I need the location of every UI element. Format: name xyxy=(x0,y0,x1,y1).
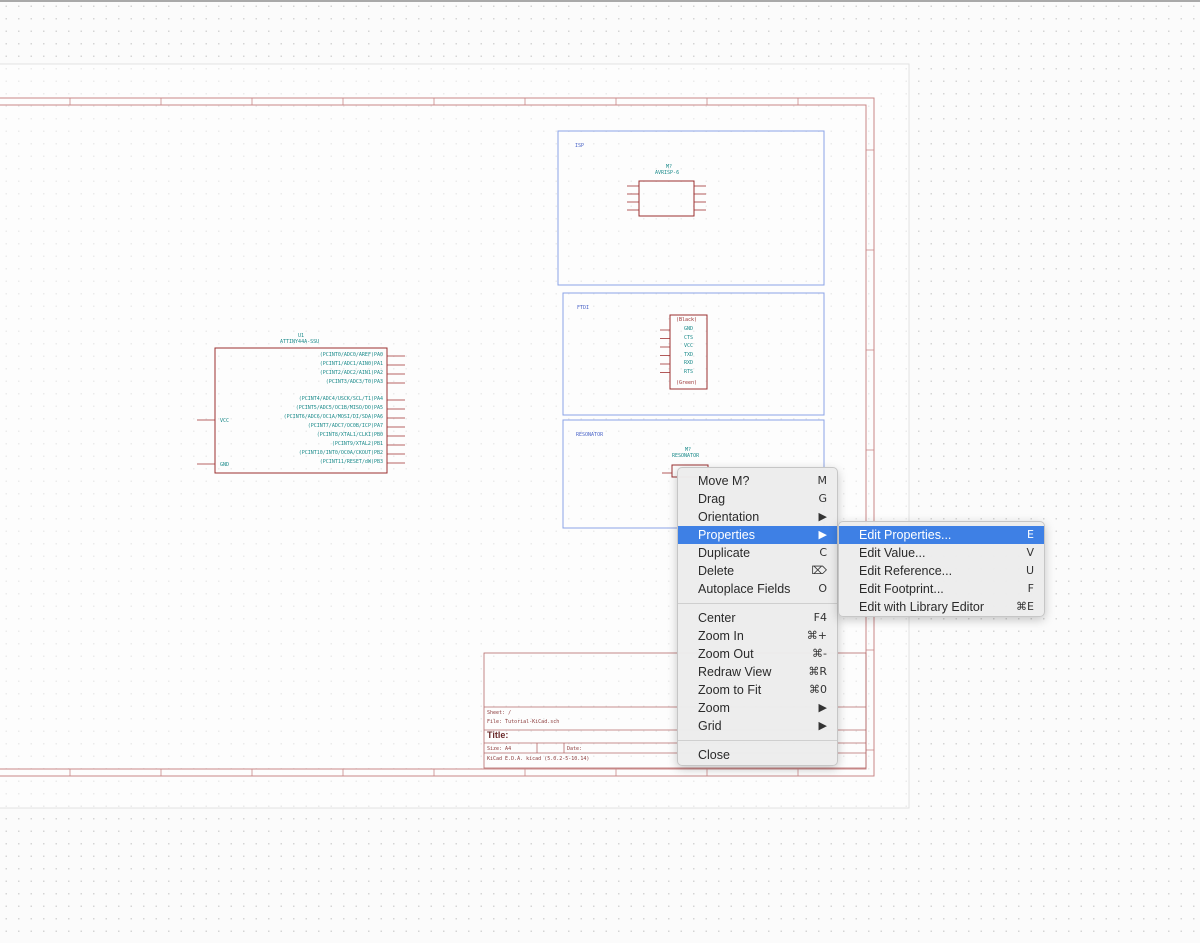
ftdi-pin-label: GND xyxy=(684,326,694,332)
submenu-arrow-icon: ▶ xyxy=(818,701,827,714)
menu-item-zoom[interactable]: Zoom ▶ xyxy=(678,699,837,717)
ftdi-pin-label: TXD xyxy=(684,351,694,358)
resonator-part-value: RESONATOR xyxy=(672,453,700,459)
menu-item-orientation[interactable]: Orientation ▶ xyxy=(678,508,837,526)
title-block-date: Date: xyxy=(567,746,583,752)
menu-separator xyxy=(678,603,837,604)
sheet-isp-name: ISP xyxy=(575,143,585,149)
menu-item-zoom-to-fit[interactable]: Zoom to Fit ⌘0 xyxy=(678,681,837,699)
u1-pin-label: (PCINT0/ADC0/AREF)PA0 xyxy=(319,352,383,358)
menu-item-delete[interactable]: Delete ⌦ xyxy=(678,562,837,580)
submenu-item-edit-footprint[interactable]: Edit Footprint... F xyxy=(839,580,1044,598)
ftdi-pin-label: CTS xyxy=(684,334,694,341)
context-menu: Move M? M Drag G Orientation ▶ Properties ▶ … xyxy=(677,467,838,766)
menu-separator xyxy=(678,740,837,741)
menu-item-duplicate[interactable]: Duplicate C xyxy=(678,544,837,562)
ftdi-pin-label: RXD xyxy=(684,360,694,366)
delete-key-icon: ⌦ xyxy=(811,564,827,577)
menu-item-drag[interactable]: Drag G xyxy=(678,490,837,508)
menu-item-properties[interactable]: Properties ▶ xyxy=(678,526,837,544)
title-block-size: Size: A4 xyxy=(487,746,512,752)
menu-item-move[interactable]: Move M? M xyxy=(678,472,837,490)
menu-item-grid[interactable]: Grid ▶ xyxy=(678,717,837,735)
u1-pin-label: (PCINT1/ADC1/AIN0)PA1 xyxy=(319,361,383,367)
ftdi-bottom-label: (Green) xyxy=(676,380,698,386)
ftdi-pin-label: RTS xyxy=(684,368,694,375)
u1-pin-label: (PCINT11/RESET/dW)PB3 xyxy=(319,459,383,465)
title-block-sheet: Sheet: / xyxy=(487,710,512,716)
submenu-item-edit-reference[interactable]: Edit Reference... U xyxy=(839,562,1044,580)
schematic-canvas[interactable] xyxy=(0,0,1200,943)
u1-pin-vcc: VCC xyxy=(220,418,230,424)
ftdi-top-label: (Black) xyxy=(676,317,698,323)
sheet-resonator-name: RESONATOR xyxy=(576,432,604,438)
isp-part-value: AVRISP-6 xyxy=(655,170,680,176)
u1-pin-gnd: GND xyxy=(220,462,230,468)
title-block-title: Title: xyxy=(487,730,509,740)
properties-submenu: Edit Properties... E Edit Value... V Edit … xyxy=(838,521,1045,617)
u1-pin-label: (PCINT7/ADC7/OC0B/ICP)PA7 xyxy=(307,423,383,429)
menu-item-center[interactable]: Center F4 xyxy=(678,609,837,627)
submenu-arrow-icon: ▶ xyxy=(818,719,827,732)
u1-value: ATTINY44A-SSU xyxy=(280,339,320,345)
menu-item-zoom-in[interactable]: Zoom In ⌘+ xyxy=(678,627,837,645)
sheet-ftdi-name: FTDI xyxy=(577,305,590,311)
u1-pin-label: (PCINT4/ADC4/USCK/SCL/T1)PA4 xyxy=(298,396,383,402)
submenu-item-edit-properties[interactable]: Edit Properties... E xyxy=(839,526,1044,544)
ftdi-pin-label: VCC xyxy=(684,343,694,349)
submenu-arrow-icon: ▶ xyxy=(818,528,827,541)
u1-pin-label: (PCINT8/XTAL1/CLKI)PB0 xyxy=(316,432,383,438)
u1-pin-label: (PCINT10/INT0/OC0A/CKOUT)PB2 xyxy=(298,450,383,456)
title-block-file: File: Tutorial-KiCad.sch xyxy=(487,719,560,725)
u1-pin-label: (PCINT9/XTAL2)PB1 xyxy=(331,441,383,447)
submenu-item-edit-with-library-editor[interactable]: Edit with Library Editor ⌘E xyxy=(839,598,1044,616)
u1-pin-label: (PCINT3/ADC3/T0)PA3 xyxy=(325,379,383,385)
menu-item-zoom-out[interactable]: Zoom Out ⌘- xyxy=(678,645,837,663)
submenu-arrow-icon: ▶ xyxy=(818,510,827,523)
submenu-item-edit-value[interactable]: Edit Value... V xyxy=(839,544,1044,562)
menu-item-autoplace-fields[interactable]: Autoplace Fields O xyxy=(678,580,837,598)
u1-pin-label: (PCINT2/ADC2/AIN1)PA2 xyxy=(319,370,383,376)
u1-pin-label: (PCINT6/ADC6/OC1A/MOSI/DI/SDA)PA6 xyxy=(283,414,383,420)
u1-pin-label: (PCINT5/ADC5/OC1B/MISO/DO)PA5 xyxy=(295,405,383,411)
title-block-kicad: KiCad E.D.A. kicad (5.0.2-5-10.14) xyxy=(487,756,590,762)
menu-item-redraw-view[interactable]: Redraw View ⌘R xyxy=(678,663,837,681)
menu-item-close[interactable]: Close xyxy=(678,746,837,764)
